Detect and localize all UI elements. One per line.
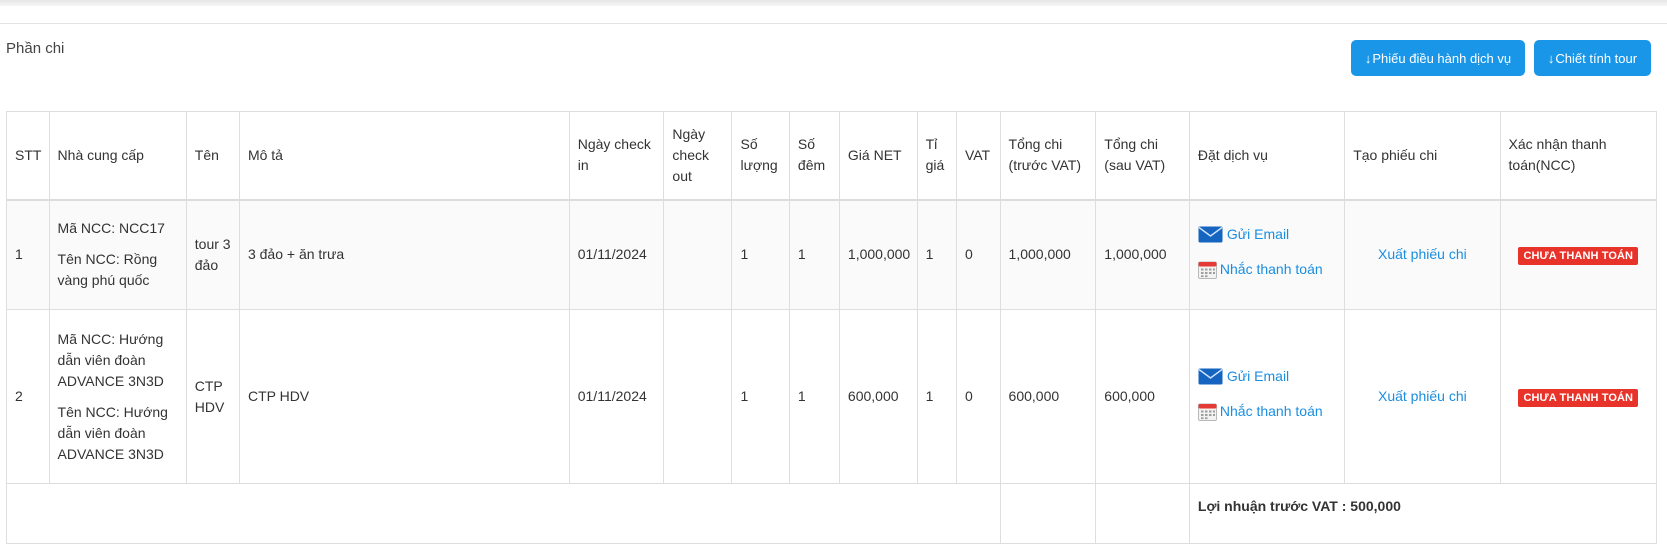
ma-ncc: Mã NCC: Hướng dẫn viên đoàn ADVANCE 3N3D — [57, 330, 164, 389]
mail-icon — [1198, 226, 1223, 243]
arrow-down-icon: ↓ — [1364, 50, 1372, 66]
cell-gianet: 600,000 — [838, 309, 918, 484]
mail-icon — [1198, 368, 1223, 385]
table-row: 2 Mã NCC: Hướng dẫn viên đoàn ADVANCE 3N… — [6, 309, 1658, 484]
calendar-icon — [1197, 261, 1217, 280]
cell-vat: 0 — [955, 309, 1001, 484]
cell-stt: 1 — [6, 199, 50, 310]
cell-xac-nhan: CHƯA THANH TOÁN — [1499, 199, 1658, 310]
cell-checkin: 01/11/2024 — [568, 309, 665, 484]
send-email-label: Gửi Email — [1226, 226, 1290, 243]
section-title: Phần chi — [6, 40, 65, 57]
header-checkout: Ngày check out — [663, 111, 733, 201]
header-soluong: Số lượng — [731, 111, 790, 201]
top-divider — [0, 23, 1667, 24]
cell-checkin: 01/11/2024 — [568, 199, 665, 310]
header-gianet: Giá NET — [838, 111, 918, 201]
send-email-link[interactable]: Gửi Email — [1198, 366, 1289, 387]
footer-empty — [6, 483, 1001, 544]
cell-gianet: 1,000,000 — [838, 199, 918, 310]
header-mota: Mô tả — [238, 111, 570, 201]
header-tong-truoc-vat: Tổng chi (trước VAT) — [999, 111, 1097, 201]
header-sodem: Số đêm — [788, 111, 840, 201]
footer-empty-tong-sau — [1095, 483, 1190, 544]
cell-ncc: Mã NCC: NCC17 Tên NCC: Rồng vàng phú quố… — [48, 199, 187, 310]
cell-tao-phieu-chi: Xuất phiếu chi — [1344, 309, 1501, 484]
header-vat: VAT — [955, 111, 1001, 201]
cell-soluong: 1 — [731, 309, 790, 484]
header-ten: Tên — [185, 111, 240, 201]
cell-ncc: Mã NCC: Hướng dẫn viên đoàn ADVANCE 3N3D… — [48, 309, 187, 484]
table-footer-row: Lợi nhuận trước VAT : 500,000 — [6, 483, 1658, 544]
phieu-dieu-hanh-label: Phiếu điều hành dịch vụ — [1372, 50, 1512, 66]
cell-dat-dich-vu: Gửi Email Nhắc thanh toán — [1188, 309, 1346, 484]
cell-vat: 0 — [955, 199, 1001, 310]
cell-dat-dich-vu: Gửi Email Nhắc thanh toán — [1188, 199, 1346, 310]
xuat-phieu-chi-link[interactable]: Xuất phiếu chi — [1378, 386, 1467, 407]
footer-profit-cell: Lợi nhuận trước VAT : 500,000 — [1188, 483, 1658, 544]
cell-mota: CTP HDV — [238, 309, 570, 484]
payment-reminder-link[interactable]: Nhắc thanh toán — [1197, 259, 1323, 280]
cell-mota: 3 đảo + ăn trưa — [238, 199, 570, 310]
header-xac-nhan: Xác nhận thanh toán(NCC) — [1499, 111, 1658, 201]
status-badge: CHƯA THANH TOÁN — [1518, 389, 1639, 407]
header-stt: STT — [6, 111, 50, 201]
cell-tong-sau-vat: 1,000,000 — [1095, 199, 1190, 310]
header-tao-phieu-chi: Tạo phiếu chi — [1344, 111, 1501, 201]
table-row: 1 Mã NCC: NCC17 Tên NCC: Rồng vàng phú q… — [6, 199, 1658, 310]
cell-soluong: 1 — [731, 199, 790, 310]
status-badge: CHƯA THANH TOÁN — [1518, 247, 1639, 266]
send-email-label: Gửi Email — [1226, 368, 1290, 384]
send-email-link[interactable]: Gửi Email — [1198, 224, 1289, 245]
cell-tong-sau-vat: 600,000 — [1095, 309, 1190, 484]
calendar-icon — [1197, 403, 1217, 421]
chiet-tinh-tour-button[interactable]: ↓ Chiết tính tour — [1534, 40, 1651, 76]
cell-tong-truoc-vat: 1,000,000 — [999, 199, 1097, 310]
cell-stt: 2 — [6, 309, 50, 484]
chiet-tinh-tour-label: Chiết tính tour — [1555, 50, 1638, 66]
header-ncc: Nhà cung cấp — [48, 111, 187, 201]
cell-checkout — [663, 309, 733, 484]
cell-tigia: 1 — [916, 199, 957, 310]
header-dat-dich-vu: Đặt dịch vụ — [1188, 111, 1346, 201]
cell-tigia: 1 — [916, 309, 957, 484]
footer-empty-tong-truoc — [999, 483, 1097, 544]
cell-ten: CTP HDV — [185, 309, 240, 484]
ten-ncc: Tên NCC: Rồng vàng phú quốc — [57, 251, 158, 289]
cell-tao-phieu-chi: Xuất phiếu chi — [1344, 199, 1501, 310]
xuat-phieu-chi-link[interactable]: Xuất phiếu chi — [1378, 244, 1467, 265]
cell-xac-nhan: CHƯA THANH TOÁN — [1499, 309, 1658, 484]
payment-reminder-link[interactable]: Nhắc thanh toán — [1197, 401, 1323, 422]
cell-ten: tour 3 đảo — [185, 199, 240, 310]
table-header-row: STT Nhà cung cấp Tên Mô tả Ngày check in… — [6, 111, 1658, 201]
expense-table: STT Nhà cung cấp Tên Mô tả Ngày check in… — [6, 111, 1658, 544]
top-bar-shadow — [0, 0, 1667, 6]
ma-ncc: Mã NCC: NCC17 — [57, 220, 165, 237]
header-checkin: Ngày check in — [568, 111, 665, 201]
arrow-down-icon: ↓ — [1547, 50, 1555, 66]
phieu-dieu-hanh-button[interactable]: ↓ Phiếu điều hành dịch vụ — [1351, 40, 1525, 76]
header-tong-sau-vat: Tổng chi (sau VAT) — [1095, 111, 1190, 201]
profit-before-vat: Lợi nhuận trước VAT : 500,000 — [1197, 498, 1401, 514]
cell-tong-truoc-vat: 600,000 — [999, 309, 1097, 484]
cell-sodem: 1 — [788, 199, 840, 310]
header-tigia: Tỉ giá — [916, 111, 957, 201]
payment-reminder-label: Nhắc thanh toán — [1219, 403, 1323, 419]
payment-reminder-label: Nhắc thanh toán — [1219, 261, 1323, 278]
ten-ncc: Tên NCC: Hướng dẫn viên đoàn ADVANCE 3N3… — [57, 403, 168, 462]
cell-sodem: 1 — [788, 309, 840, 484]
cell-checkout — [663, 199, 733, 310]
